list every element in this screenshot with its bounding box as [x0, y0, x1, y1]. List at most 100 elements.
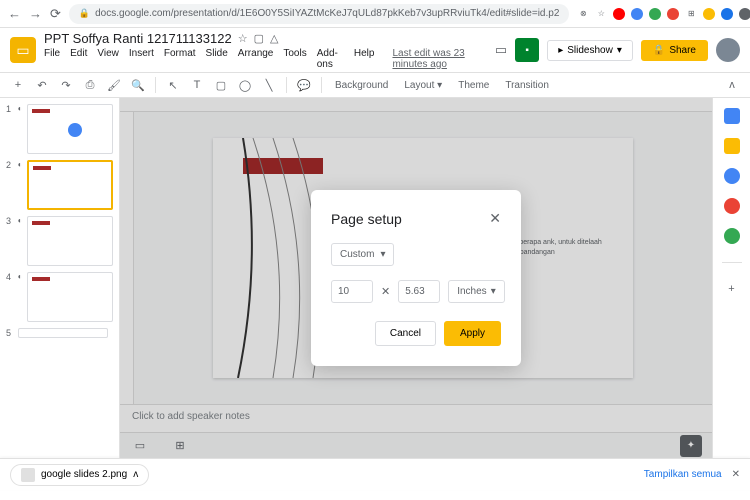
lock-icon: 🔒: [79, 8, 90, 19]
canvas-area: terbagi oleh beberapa ank, untuk ditelaa…: [120, 98, 712, 458]
doc-title[interactable]: PPT Soffya Ranti 121711133122: [44, 31, 232, 46]
zoom-icon[interactable]: 🔍: [128, 75, 148, 95]
play-icon: ▸: [558, 45, 563, 56]
forward-icon[interactable]: →: [29, 6, 42, 21]
ext-icon[interactable]: [703, 8, 715, 20]
page-setup-modal: Page setup ✕ Custom ▾ ✕ Inches ▾: [311, 190, 521, 366]
ext-icon[interactable]: ⊗: [577, 8, 589, 20]
chevron-down-icon: ▾: [491, 286, 496, 297]
tasks-icon[interactable]: [724, 168, 740, 184]
main-area: 1 ◐ 2 ◐ 3 ◐ 4 ◐ 5: [0, 98, 750, 458]
download-filename: google slides 2.png: [41, 469, 127, 480]
apply-button[interactable]: Apply: [444, 321, 501, 346]
comment-indicator-icon: ◐: [18, 104, 23, 154]
back-icon[interactable]: ←: [8, 6, 21, 21]
reload-icon[interactable]: ⟳: [50, 6, 61, 22]
layout-button[interactable]: Layout ▾: [398, 80, 448, 91]
calendar-icon[interactable]: [724, 108, 740, 124]
comments-icon[interactable]: ▭: [495, 42, 507, 58]
show-all-link[interactable]: Tampilkan semua: [644, 469, 722, 480]
thumb-1[interactable]: 1 ◐: [6, 104, 113, 154]
menu-help[interactable]: Help: [354, 48, 375, 70]
undo-icon[interactable]: ↶: [32, 75, 52, 95]
comment-icon[interactable]: 💬: [294, 75, 314, 95]
share-button[interactable]: 🔒 Share: [641, 40, 708, 61]
menu-format[interactable]: Format: [164, 48, 196, 70]
slideshow-button[interactable]: ▸ Slideshow ▾: [547, 40, 633, 61]
line-icon[interactable]: ╲: [259, 75, 279, 95]
menu-addons[interactable]: Add-ons: [317, 48, 344, 70]
cloud-icon[interactable]: △: [270, 32, 278, 45]
theme-button[interactable]: Theme: [452, 80, 495, 91]
hide-menus-icon[interactable]: ʌ: [722, 75, 742, 95]
ext-icon[interactable]: [667, 8, 679, 20]
select-icon[interactable]: ↖: [163, 75, 183, 95]
comment-indicator-icon: ◐: [18, 160, 23, 210]
menu-edit[interactable]: Edit: [70, 48, 87, 70]
print-icon[interactable]: ⎙: [80, 75, 100, 95]
image-icon[interactable]: ▢: [211, 75, 231, 95]
paint-format-icon[interactable]: 🖌: [104, 75, 124, 95]
thumb-3[interactable]: 3 ◐: [6, 216, 113, 266]
chevron-down-icon: ▾: [617, 45, 622, 56]
download-bar: google slides 2.png ʌ Tampilkan semua ✕: [0, 458, 750, 490]
size-type-dropdown[interactable]: Custom ▾: [331, 243, 394, 266]
menu-bar: File Edit View Insert Format Slide Arran…: [44, 48, 487, 70]
avatar[interactable]: [716, 38, 740, 62]
menu-slide[interactable]: Slide: [206, 48, 228, 70]
ext-icon[interactable]: ☆: [595, 8, 607, 20]
add-icon[interactable]: +: [724, 281, 740, 297]
extension-icons: ⊗ ☆ ⊞ ⋮: [577, 6, 750, 22]
menu-file[interactable]: File: [44, 48, 60, 70]
file-icon: [21, 468, 35, 482]
app-header: ▭ PPT Soffya Ranti 121711133122 ☆ ▢ △ Fi…: [0, 28, 750, 72]
keep-icon[interactable]: [724, 138, 740, 154]
textbox-icon[interactable]: T: [187, 75, 207, 95]
menu-tools[interactable]: Tools: [283, 48, 306, 70]
menu-view[interactable]: View: [97, 48, 119, 70]
new-slide-icon[interactable]: +: [8, 75, 28, 95]
shape-icon[interactable]: ◯: [235, 75, 255, 95]
url-bar[interactable]: 🔒 docs.google.com/presentation/d/1E6O0Y5…: [69, 4, 569, 24]
width-input[interactable]: [331, 280, 373, 303]
modal-overlay: Page setup ✕ Custom ▾ ✕ Inches ▾: [120, 98, 712, 458]
chevron-down-icon: ▾: [380, 249, 385, 260]
modal-title: Page setup: [331, 211, 402, 227]
close-icon[interactable]: ✕: [732, 469, 740, 480]
background-button[interactable]: Background: [329, 80, 394, 91]
dimension-separator: ✕: [381, 285, 390, 298]
cancel-button[interactable]: Cancel: [375, 321, 436, 346]
ext-icon[interactable]: [649, 8, 661, 20]
thumb-4[interactable]: 4 ◐: [6, 272, 113, 322]
side-panel: +: [712, 98, 750, 458]
menu-insert[interactable]: Insert: [129, 48, 154, 70]
thumb-2[interactable]: 2 ◐: [6, 160, 113, 210]
contacts-icon[interactable]: [724, 198, 740, 214]
height-input[interactable]: [398, 280, 440, 303]
url-text: docs.google.com/presentation/d/1E6O0Y5Si…: [95, 8, 559, 19]
unit-dropdown[interactable]: Inches ▾: [448, 280, 505, 303]
download-item[interactable]: google slides 2.png ʌ: [10, 464, 149, 486]
browser-chrome-bar: ← → ⟳ 🔒 docs.google.com/presentation/d/1…: [0, 0, 750, 28]
move-icon[interactable]: ▢: [254, 32, 264, 45]
star-icon[interactable]: ☆: [238, 32, 248, 45]
menu-arrange[interactable]: Arrange: [238, 48, 274, 70]
thumb-5[interactable]: 5: [6, 328, 113, 338]
slides-logo[interactable]: ▭: [10, 37, 36, 63]
ext-icon[interactable]: [613, 8, 625, 20]
meet-button[interactable]: ▪: [515, 38, 539, 62]
lock-icon: 🔒: [653, 45, 665, 56]
maps-icon[interactable]: [724, 228, 740, 244]
ext-icon[interactable]: ⊞: [685, 8, 697, 20]
thumbnail-panel: 1 ◐ 2 ◐ 3 ◐ 4 ◐ 5: [0, 98, 120, 458]
chevron-up-icon[interactable]: ʌ: [133, 469, 138, 480]
ext-icon[interactable]: [631, 8, 643, 20]
comment-indicator-icon: ◐: [18, 272, 23, 322]
transition-button[interactable]: Transition: [499, 80, 555, 91]
redo-icon[interactable]: ↷: [56, 75, 76, 95]
close-icon[interactable]: ✕: [489, 210, 501, 227]
toolbar: + ↶ ↷ ⎙ 🖌 🔍 ↖ T ▢ ◯ ╲ 💬 Background Layou…: [0, 72, 750, 98]
ext-icon[interactable]: [721, 8, 733, 20]
ext-icon[interactable]: [739, 8, 750, 20]
last-edit-text[interactable]: Last edit was 23 minutes ago: [392, 48, 486, 70]
